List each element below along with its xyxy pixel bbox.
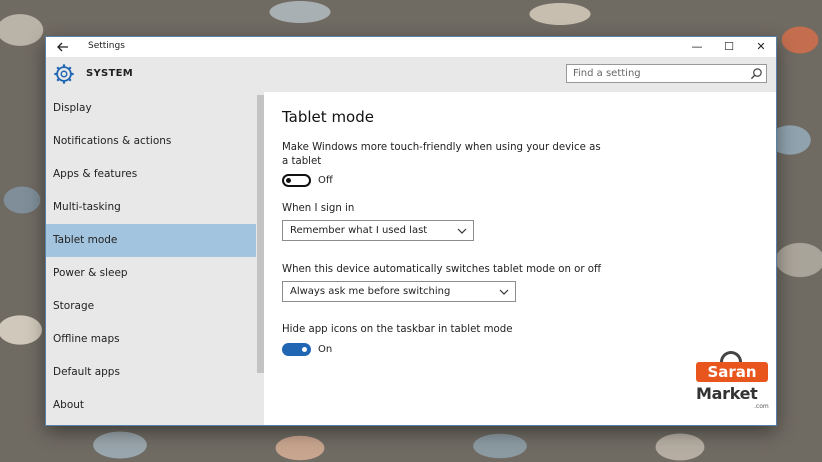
back-arrow-icon — [57, 42, 68, 52]
title-bar: Settings — ☐ ✕ — [46, 37, 776, 57]
sidebar-item-power-sleep[interactable]: Power & sleep — [46, 257, 256, 290]
window-title: Settings — [88, 41, 125, 51]
sidebar-item-about[interactable]: About — [46, 389, 256, 422]
section-title: SYSTEM — [86, 68, 134, 79]
hide-icons-toggle[interactable] — [282, 343, 311, 356]
sidebar-item-tablet-mode[interactable]: Tablet mode — [46, 224, 256, 257]
logo-com-text: .com — [754, 403, 769, 410]
hide-icons-state: On — [318, 344, 333, 355]
sidebar: Display Notifications & actions Apps & f… — [46, 92, 264, 425]
sidebar-item-multitasking[interactable]: Multi-tasking — [46, 191, 256, 224]
back-button[interactable] — [52, 39, 74, 55]
page-title: Tablet mode — [282, 108, 374, 126]
gear-icon — [54, 64, 74, 84]
sign-in-label: When I sign in — [282, 203, 355, 214]
search-input[interactable] — [573, 66, 743, 81]
touch-friendly-state: Off — [318, 175, 333, 186]
saranmarket-logo: Saran Market .com — [694, 348, 772, 414]
settings-window: Settings — ☐ ✕ SYSTEM Display Notificat — [46, 37, 776, 425]
search-icon[interactable] — [750, 67, 763, 80]
sidebar-item-default-apps[interactable]: Default apps — [46, 356, 256, 389]
touch-friendly-toggle[interactable] — [282, 174, 311, 187]
chevron-down-icon — [457, 228, 467, 234]
sign-in-dropdown[interactable]: Remember what I used last — [282, 220, 474, 241]
chevron-down-icon — [499, 289, 509, 295]
sidebar-item-storage[interactable]: Storage — [46, 290, 256, 323]
auto-switch-label: When this device automatically switches … — [282, 264, 602, 275]
sidebar-item-display[interactable]: Display — [46, 92, 256, 125]
search-box[interactable] — [566, 64, 767, 83]
settings-header: SYSTEM — [46, 57, 776, 92]
logo-saran-text: Saran — [696, 362, 768, 382]
toggle-knob — [286, 178, 291, 183]
close-button[interactable]: ✕ — [746, 37, 776, 57]
maximize-button[interactable]: ☐ — [714, 37, 744, 57]
sidebar-item-offline-maps[interactable]: Offline maps — [46, 323, 256, 356]
auto-switch-selected: Always ask me before switching — [290, 286, 451, 297]
minimize-button[interactable]: — — [682, 37, 712, 57]
auto-switch-dropdown[interactable]: Always ask me before switching — [282, 281, 516, 302]
sign-in-selected: Remember what I used last — [290, 225, 428, 236]
sidebar-scrollbar[interactable] — [257, 95, 264, 373]
toggle-knob — [302, 347, 307, 352]
sidebar-item-apps-features[interactable]: Apps & features — [46, 158, 256, 191]
hide-icons-label: Hide app icons on the taskbar in tablet … — [282, 324, 513, 335]
touch-friendly-label: Make Windows more touch-friendly when us… — [282, 142, 601, 167]
logo-market-text: Market — [696, 384, 758, 403]
sidebar-item-notifications[interactable]: Notifications & actions — [46, 125, 256, 158]
